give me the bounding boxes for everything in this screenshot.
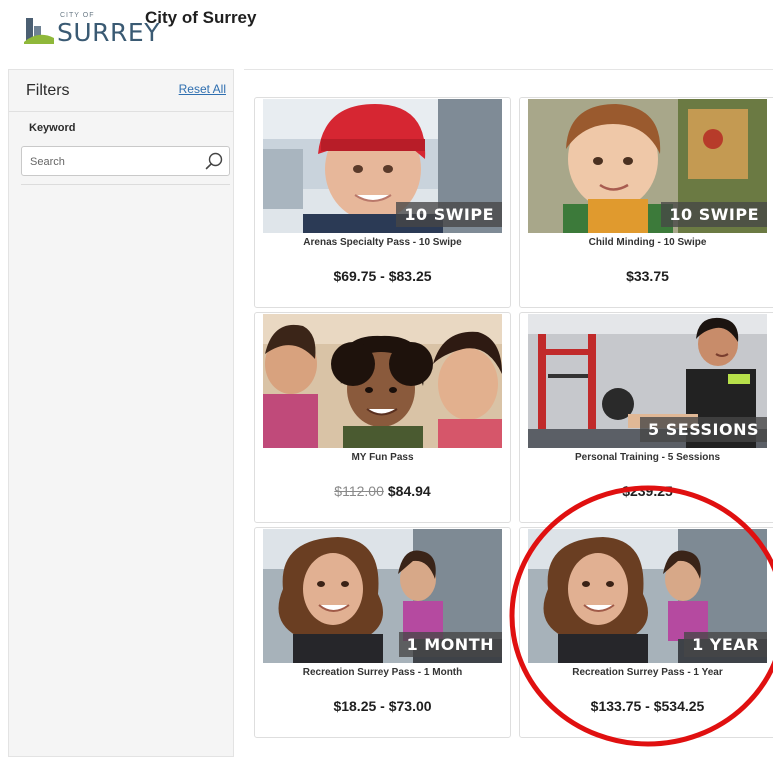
sale-price: $84.94 bbox=[387, 483, 431, 499]
page-title: City of Surrey bbox=[145, 8, 257, 27]
product-badge: 10 SWIPE bbox=[661, 202, 767, 227]
product-badge: 10 SWIPE bbox=[396, 202, 502, 227]
original-price: $112.00 bbox=[334, 483, 384, 499]
keyword-label: Keyword bbox=[29, 122, 76, 134]
product-card[interactable]: 1 YEAR Recreation Surrey Pass - 1 Year $… bbox=[519, 527, 773, 738]
filters-title: Filters bbox=[26, 82, 70, 99]
surrey-logo-icon bbox=[24, 18, 54, 44]
search-input[interactable] bbox=[28, 151, 202, 173]
reset-all-link[interactable]: Reset All bbox=[179, 82, 226, 96]
product-name[interactable]: Personal Training - 5 Sessions bbox=[520, 452, 773, 463]
search-icon[interactable] bbox=[205, 152, 223, 170]
product-badge: 1 MONTH bbox=[398, 632, 502, 657]
product-image[interactable]: 10 SWIPE bbox=[528, 99, 767, 233]
product-price: $239.25 bbox=[622, 483, 673, 499]
product-image[interactable] bbox=[263, 314, 502, 448]
product-card[interactable]: 1 MONTH Recreation Surrey Pass - 1 Month… bbox=[254, 527, 511, 738]
product-price: $18.25 - $73.00 bbox=[333, 698, 432, 714]
product-image[interactable]: 1 YEAR bbox=[528, 529, 767, 663]
search-box bbox=[21, 146, 230, 176]
product-name[interactable]: Recreation Surrey Pass - 1 Year bbox=[520, 667, 773, 678]
header-divider bbox=[244, 69, 773, 70]
product-image[interactable]: 1 MONTH bbox=[263, 529, 502, 663]
filters-header: Filters Reset All bbox=[9, 70, 233, 112]
product-badge: 1 YEAR bbox=[684, 632, 767, 657]
product-name[interactable]: Recreation Surrey Pass - 1 Month bbox=[255, 667, 510, 678]
product-image[interactable]: 10 SWIPE bbox=[263, 99, 502, 233]
product-name[interactable]: Arenas Specialty Pass - 10 Swipe bbox=[255, 237, 510, 248]
filters-divider bbox=[21, 184, 230, 185]
product-name[interactable]: Child Minding - 10 Swipe bbox=[520, 237, 773, 248]
filters-sidebar: Filters Reset All Keyword bbox=[8, 69, 234, 757]
product-badge: 5 SESSIONS bbox=[640, 417, 767, 442]
product-card[interactable]: 10 SWIPE Child Minding - 10 Swipe $33.75 bbox=[519, 97, 773, 308]
product-price: $33.75 bbox=[626, 268, 669, 284]
site-header: CITY OF SURREY City of Surrey bbox=[0, 0, 773, 62]
product-card[interactable]: 5 SESSIONS Personal Training - 5 Session… bbox=[519, 312, 773, 523]
product-image[interactable]: 5 SESSIONS bbox=[528, 314, 767, 448]
product-card[interactable]: 10 SWIPE Arenas Specialty Pass - 10 Swip… bbox=[254, 97, 511, 308]
product-price: $112.00 $84.94 bbox=[255, 483, 510, 499]
product-name[interactable]: MY Fun Pass bbox=[255, 452, 510, 463]
product-price: $133.75 - $534.25 bbox=[590, 698, 705, 714]
surrey-logo[interactable]: CITY OF SURREY bbox=[24, 12, 159, 47]
product-card[interactable]: MY Fun Pass $112.00 $84.94 bbox=[254, 312, 511, 523]
product-price: $69.75 - $83.25 bbox=[333, 268, 432, 284]
